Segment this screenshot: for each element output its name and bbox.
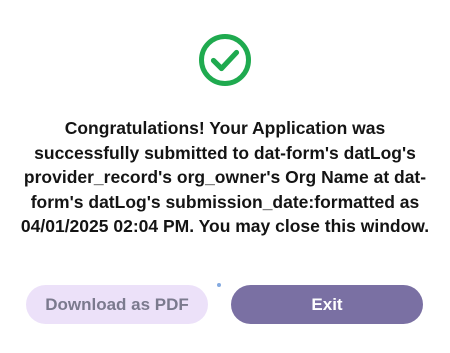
check-circle-icon (198, 33, 252, 87)
submission-success-dialog: Congratulations! Your Application was su… (0, 0, 450, 353)
exit-button[interactable]: Exit (231, 285, 423, 324)
loading-indicator-dot (217, 283, 221, 287)
success-message: Congratulations! Your Application was su… (20, 118, 430, 237)
download-pdf-button[interactable]: Download as PDF (26, 285, 208, 324)
